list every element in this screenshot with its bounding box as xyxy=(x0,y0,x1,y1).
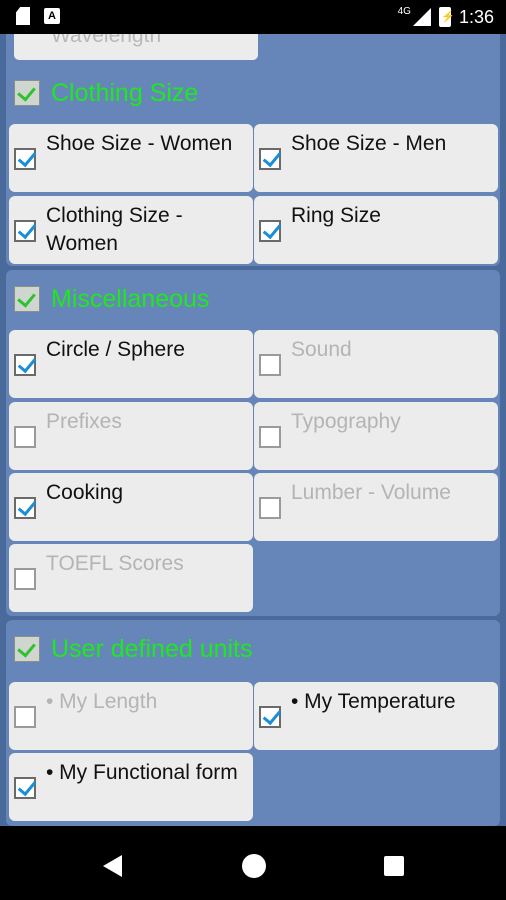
unit-item-label: Typography xyxy=(291,410,401,433)
clock: 1:36 xyxy=(458,6,494,27)
item-checkbox[interactable] xyxy=(14,568,36,590)
item-checkbox[interactable] xyxy=(14,777,36,799)
unit-item[interactable]: Prefixes xyxy=(9,402,253,470)
unit-item-label: Lumber - Volume xyxy=(291,481,451,504)
unit-category-list[interactable]: Wavelength Clothing Size Shoe Size - Wom… xyxy=(0,34,506,826)
unit-item[interactable]: Shoe Size - Women xyxy=(9,124,253,192)
network-type: 4G xyxy=(397,5,411,17)
section-user-defined-units: User defined units • My Length • My Temp… xyxy=(6,620,500,826)
unit-item[interactable]: Clothing Size - Women xyxy=(9,196,253,264)
unit-item[interactable]: Cooking xyxy=(9,473,253,541)
section-title: User defined units xyxy=(51,635,253,663)
unit-item-label: Shoe Size - Men xyxy=(291,132,447,155)
section-title: Clothing Size xyxy=(51,79,199,107)
section-checkbox[interactable] xyxy=(14,286,40,312)
unit-item[interactable]: TOEFL Scores xyxy=(9,544,253,612)
item-checkbox[interactable] xyxy=(259,148,281,170)
section-clothing-size: Clothing Size Shoe Size - Women Shoe Siz… xyxy=(6,64,500,266)
a-notification-icon: A xyxy=(44,8,60,24)
item-checkbox[interactable] xyxy=(14,706,36,728)
section-checkbox[interactable] xyxy=(14,636,40,662)
section-title: Miscellaneous xyxy=(51,285,210,313)
unit-item[interactable]: • My Temperature xyxy=(254,682,498,750)
item-checkbox[interactable] xyxy=(14,148,36,170)
unit-item[interactable]: Sound xyxy=(254,330,498,398)
battery-charging-icon xyxy=(438,7,455,27)
unit-item[interactable]: Typography xyxy=(254,402,498,470)
unit-item[interactable]: Ring Size xyxy=(254,196,498,264)
unit-item[interactable]: Shoe Size - Men xyxy=(254,124,498,192)
back-icon[interactable] xyxy=(103,855,122,877)
unit-item-label: Circle / Sphere xyxy=(46,338,185,361)
unit-item[interactable]: Circle / Sphere xyxy=(9,330,253,398)
signal-icon xyxy=(412,8,431,26)
unit-item-label: • My Functional form xyxy=(46,761,238,784)
item-checkbox[interactable] xyxy=(259,706,281,728)
unit-item-label: • My Temperature xyxy=(291,690,456,713)
status-bar: A 4G 1:36 xyxy=(0,0,506,34)
section-checkbox[interactable] xyxy=(14,80,40,106)
unit-item-label: Cooking xyxy=(46,481,124,504)
unit-item[interactable]: • My Length xyxy=(9,682,253,750)
item-checkbox[interactable] xyxy=(14,426,36,448)
unit-item-label: Clothing Size - Women xyxy=(46,204,183,255)
item-checkbox[interactable] xyxy=(259,497,281,519)
item-checkbox[interactable] xyxy=(259,426,281,448)
item-checkbox[interactable] xyxy=(259,220,281,242)
item-checkbox[interactable] xyxy=(14,354,36,376)
home-icon[interactable] xyxy=(242,854,266,878)
unit-item-label: • My Length xyxy=(46,690,158,713)
unit-item-label: Sound xyxy=(291,338,352,361)
unit-item-label: Ring Size xyxy=(291,204,381,227)
sd-card-icon xyxy=(16,7,30,25)
unit-item[interactable]: Wavelength xyxy=(14,34,258,60)
section-miscellaneous: Miscellaneous Circle / Sphere Sound Pref… xyxy=(6,270,500,616)
unit-item[interactable]: Lumber - Volume xyxy=(254,473,498,541)
recents-icon[interactable] xyxy=(384,856,404,876)
item-checkbox[interactable] xyxy=(14,220,36,242)
unit-item-label: TOEFL Scores xyxy=(46,552,184,575)
item-checkbox[interactable] xyxy=(14,497,36,519)
item-checkbox[interactable] xyxy=(259,354,281,376)
unit-item-label: Wavelength xyxy=(51,34,162,47)
unit-item[interactable]: • My Functional form xyxy=(9,753,253,821)
unit-item-label: Prefixes xyxy=(46,410,122,433)
navigation-bar xyxy=(0,826,506,900)
unit-item-label: Shoe Size - Women xyxy=(46,132,233,155)
